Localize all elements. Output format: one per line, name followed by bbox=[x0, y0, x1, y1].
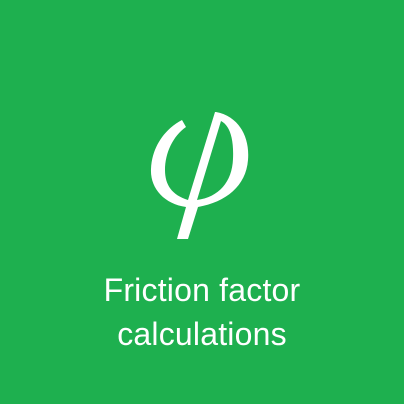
tile-label-line-1: Friction factor bbox=[103, 272, 301, 308]
phi-icon bbox=[150, 112, 249, 239]
friction-factor-tile[interactable]: Friction factor calculations bbox=[0, 0, 404, 404]
tile-label: Friction factor calculations bbox=[0, 268, 404, 356]
tile-label-line-2: calculations bbox=[117, 316, 287, 352]
